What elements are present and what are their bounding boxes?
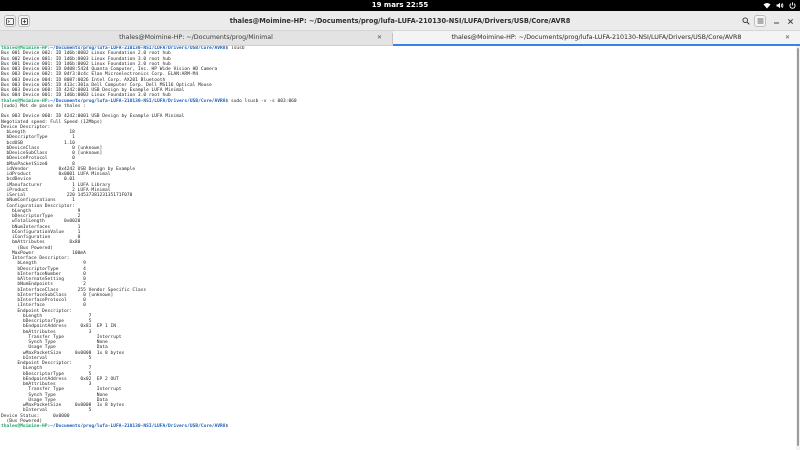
wifi-icon[interactable] — [763, 2, 771, 9]
search-button[interactable] — [740, 15, 752, 27]
tab-minimal[interactable]: thales@Moimine-HP: ~/Documents/prog/Mini… — [0, 31, 392, 45]
prompt-user: thales@Moimine-HP — [1, 424, 48, 429]
prompt-command: $ lsusb — [225, 46, 245, 51]
minimize-icon — [773, 22, 779, 23]
minimize-button[interactable] — [770, 15, 782, 27]
prompt-user: thales@Moimine-HP — [1, 98, 48, 104]
prompt-command: $ sudo lsusb -v -s 003:060 — [225, 98, 297, 104]
tab-close-icon[interactable]: ✕ — [377, 31, 382, 45]
tab-bar: thales@Moimine-HP: ~/Documents/prog/Mini… — [0, 31, 800, 46]
prompt-path: :~/Documents/prog/lufa-LUFA-210130-NSI/L… — [47, 424, 226, 429]
prompt-path: :~/Documents/prog/lufa-LUFA-210130-NSI/L… — [47, 98, 226, 104]
search-icon — [742, 17, 750, 25]
close-icon — [787, 18, 793, 24]
window-title: thales@Moimine-HP: ~/Documents/prog/lufa… — [229, 17, 571, 25]
power-icon[interactable] — [789, 2, 796, 9]
menu-icon — [757, 18, 763, 24]
close-window-button[interactable] — [784, 15, 796, 27]
system-tray[interactable] — [763, 0, 796, 11]
tab-label: thales@Moimine-HP: ~/Documents/prog/Mini… — [119, 34, 273, 41]
terminal-output[interactable]: thales@Moimine-HP:~/Documents/prog/lufa-… — [0, 46, 796, 450]
prompt-command: $ — [225, 424, 231, 429]
tab-label: thales@Moimine-HP: ~/Documents/prog/lufa… — [451, 34, 742, 41]
clock[interactable]: 19 mars 22:55 — [0, 0, 800, 11]
tab-avr8[interactable]: thales@Moimine-HP: ~/Documents/prog/lufa… — [393, 31, 800, 46]
hamburger-menu-button[interactable] — [754, 15, 766, 27]
terminal-header-bar: thales@Moimine-HP: ~/Documents/prog/lufa… — [0, 11, 800, 31]
prompt-line: thales@Moimine-HP:~/Documents/prog/lufa-… — [0, 424, 796, 429]
volume-icon[interactable] — [776, 2, 784, 9]
tab-close-icon[interactable]: ✕ — [785, 31, 790, 45]
system-top-bar: 19 mars 22:55 — [0, 0, 800, 11]
terminal-scrollbar[interactable] — [796, 46, 800, 450]
scrollbar-thumb[interactable] — [797, 48, 799, 446]
